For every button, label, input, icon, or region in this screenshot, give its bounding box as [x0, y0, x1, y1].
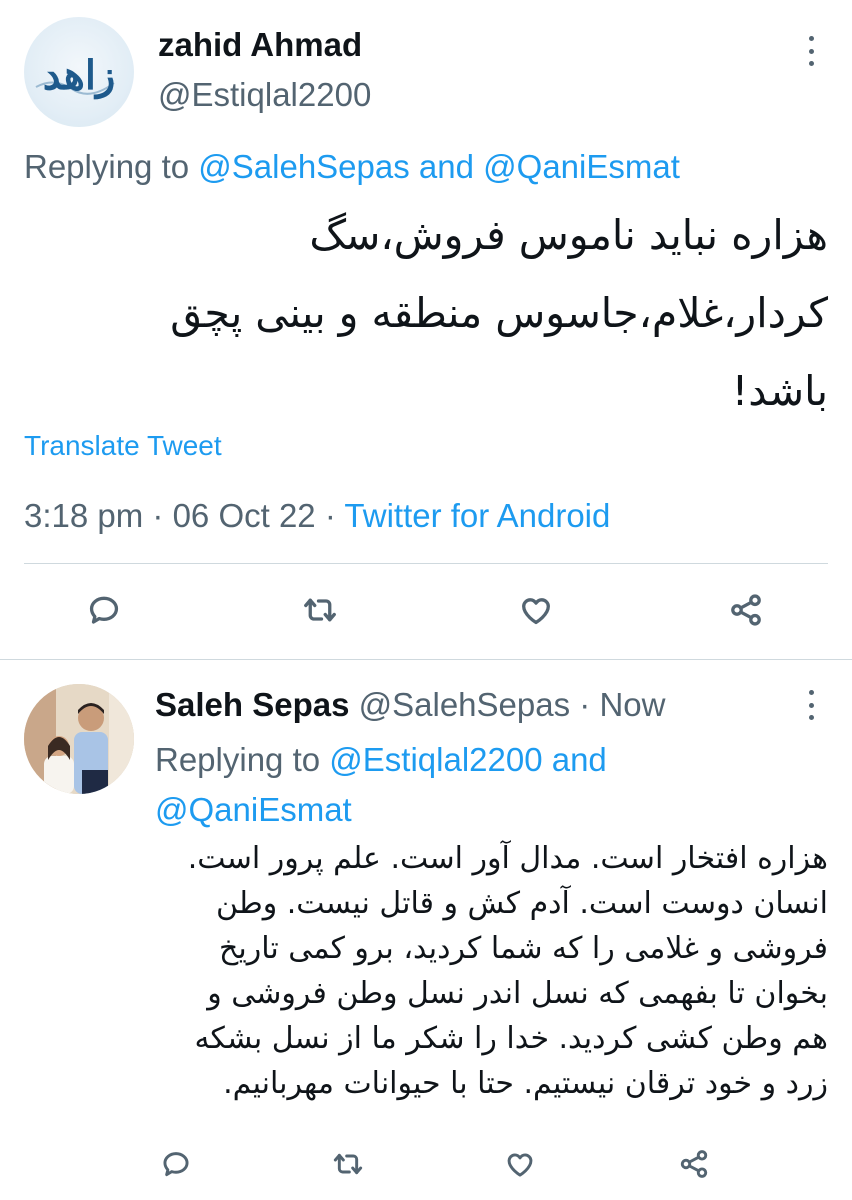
tweet-text-line: هم وطن کشی کردید. خدا را شکر ما از نسل ب…	[194, 1021, 828, 1056]
tweet-time[interactable]: Now	[599, 686, 665, 723]
tweet-time[interactable]: 3:18 pm	[24, 497, 143, 534]
tweet-date[interactable]: 06 Oct 22	[173, 497, 316, 534]
reply-icon[interactable]	[82, 588, 126, 632]
replying-prefix: Replying to	[24, 148, 199, 185]
like-icon[interactable]	[498, 1142, 542, 1186]
reply-user-link[interactable]: @QaniEsmat	[483, 148, 680, 185]
tweet-text: هزاره افتخار است. مدال آور است. علم پرور…	[148, 836, 828, 1106]
translate-link[interactable]: Translate Tweet	[24, 430, 222, 462]
replying-to: Replying to @SalehSepas and @QaniEsmat	[24, 148, 680, 186]
reply-and: and	[409, 148, 484, 185]
tweet-text: هزاره نباید ناموس فروش،سگ کردار،غلام،جاس…	[28, 196, 828, 430]
meta-separator: ·	[315, 497, 345, 534]
author-name[interactable]: zahid Ahmad	[158, 26, 362, 64]
meta-separator: ·	[143, 497, 173, 534]
tweet-meta: 3:18 pm · 06 Oct 22 · Twitter for Androi…	[24, 497, 610, 535]
reply-icon[interactable]	[154, 1142, 198, 1186]
divider	[0, 659, 852, 660]
replying-prefix: Replying to	[155, 741, 330, 778]
avatar[interactable]: زاهد	[24, 17, 134, 127]
retweet-icon[interactable]	[298, 588, 342, 632]
profile-photo	[24, 684, 134, 794]
share-icon[interactable]	[724, 588, 768, 632]
author-handle[interactable]: @Estiqlal2200	[158, 76, 371, 114]
tweet-header: Saleh Sepas @SalehSepas · Now	[155, 686, 665, 724]
retweet-icon[interactable]	[326, 1142, 370, 1186]
tweet-text-line: هزاره نباید ناموس فروش،سگ	[309, 211, 828, 259]
share-icon[interactable]	[672, 1142, 716, 1186]
tweet-text-line: انسان دوست است. آدم کش و قاتل نیست. وطن	[215, 886, 828, 921]
replying-to: Replying to @Estiqlal2200 and @QaniEsmat	[155, 735, 715, 835]
reply-user-link[interactable]: @QaniEsmat	[155, 791, 352, 828]
reply-user-link[interactable]: @Estiqlal2200	[329, 741, 542, 778]
reply-and: and	[542, 741, 607, 778]
like-icon[interactable]	[514, 588, 558, 632]
author-name[interactable]: Saleh Sepas	[155, 686, 349, 723]
author-handle[interactable]: @SalehSepas	[359, 686, 570, 723]
avatar[interactable]	[24, 684, 134, 794]
more-icon[interactable]	[807, 690, 815, 720]
meta-separator: ·	[570, 686, 600, 723]
tweet-text-line: کردار،غلام،جاسوس منطقه و بینی پچق	[170, 289, 828, 337]
reply-user-link[interactable]: @SalehSepas	[198, 148, 409, 185]
tweet-text-line: زرد و خود ترقان نیستیم. حتا با حیوانات م…	[223, 1066, 828, 1101]
avatar-calligraphy: زاهد	[43, 52, 116, 100]
tweet-text-line: باشد!	[731, 367, 828, 415]
more-icon[interactable]	[807, 36, 815, 66]
tweet-source-link[interactable]: Twitter for Android	[344, 497, 610, 534]
tweet-text-line: هزاره افتخار است. مدال آور است. علم پرور…	[187, 841, 828, 876]
calligraphy-logo: زاهد	[35, 52, 116, 100]
tweet-text-line: بخوان تا بفهمی که نسل اندر نسل وطن فروشی…	[207, 976, 828, 1011]
divider	[24, 563, 828, 564]
tweet-text-line: فروشی و غلامی را که شما کردید، برو کمی ت…	[219, 931, 828, 966]
